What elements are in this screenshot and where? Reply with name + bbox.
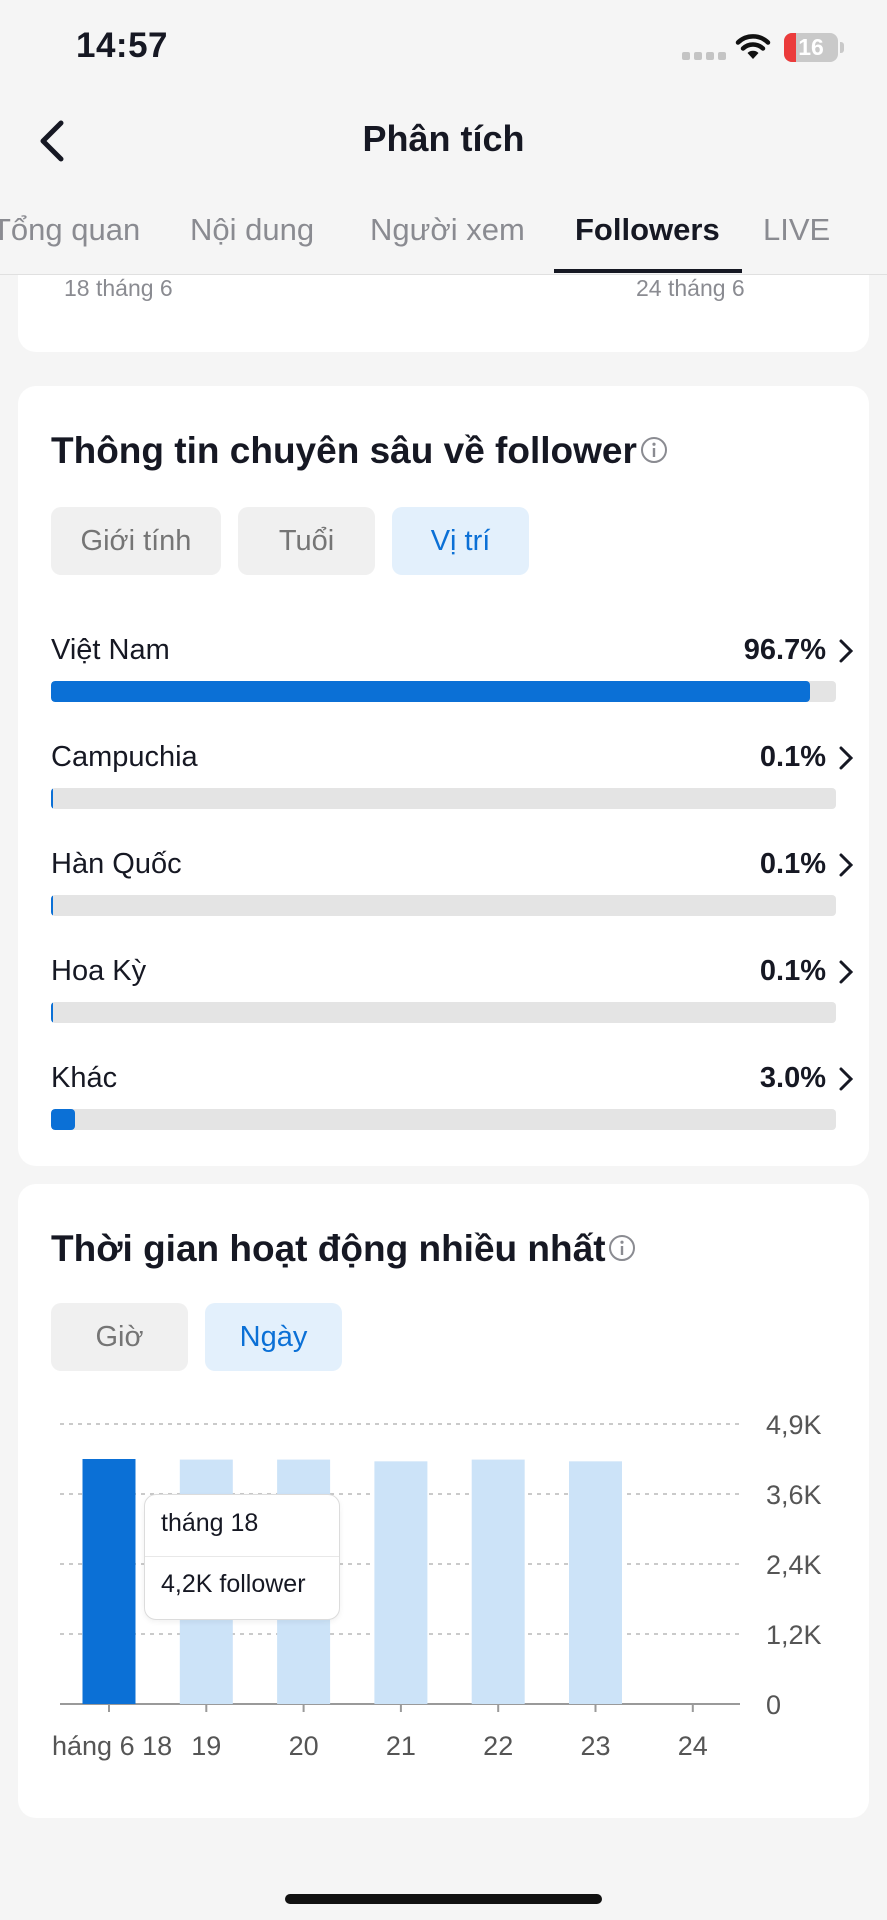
chart-bar (471, 1459, 525, 1704)
chart-tooltip: tháng 18 4,2K follower (144, 1494, 340, 1620)
x-tick-label: 21 (386, 1731, 416, 1761)
x-tick-label: 23 (580, 1731, 610, 1761)
x-tick-label: 20 (289, 1731, 319, 1761)
x-tick-label: 24 (678, 1731, 708, 1761)
y-tick-label: 2,4K (766, 1550, 822, 1580)
y-tick-label: 3,6K (766, 1480, 822, 1510)
tooltip-divider (145, 1556, 339, 1557)
tooltip-date: tháng 18 (161, 1509, 259, 1537)
y-tick-label: 4,9K (766, 1410, 822, 1440)
chart-bar (374, 1461, 428, 1704)
y-tick-label: 1,2K (766, 1620, 822, 1650)
chart-bar (82, 1459, 136, 1704)
x-tick-label: háng 6 18 (52, 1731, 172, 1761)
y-tick-label: 0 (766, 1690, 781, 1720)
home-indicator (285, 1894, 602, 1904)
active-days-chart: 0 1,2K 2,4K 3,6K 4,9K háng 6 18 19 20 21 22 23 24 (52, 1410, 822, 1761)
x-tick-label: 22 (483, 1731, 513, 1761)
x-tick-label: 19 (191, 1731, 221, 1761)
chart-bar (569, 1461, 622, 1704)
tooltip-value: 4,2K follower (161, 1570, 306, 1598)
